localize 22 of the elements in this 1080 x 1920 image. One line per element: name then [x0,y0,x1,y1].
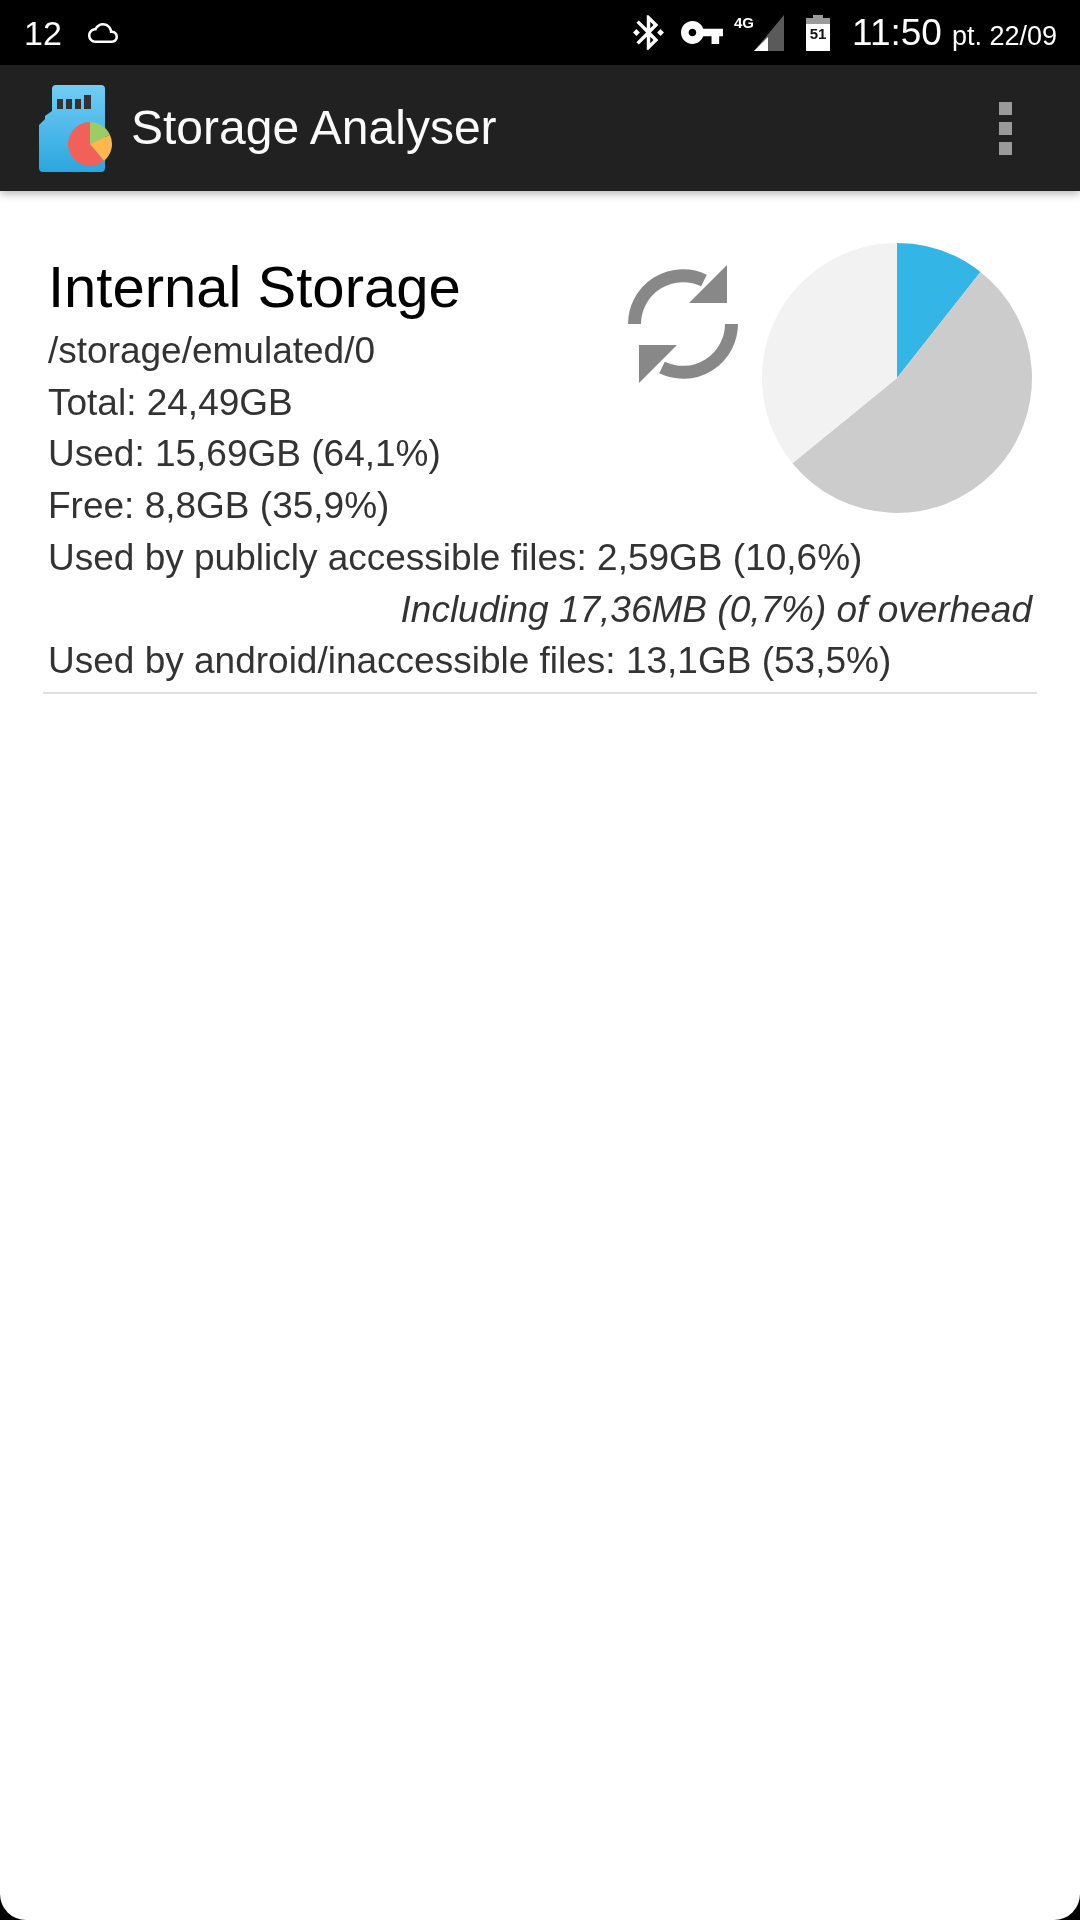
app-title: Storage Analyser [131,101,497,155]
overhead-note: Including 17,36MB (0,7%) of overhead [400,587,1032,632]
battery-level-text: 51 [809,25,827,41]
storage-detail-text: Used by android/inaccessible files: 13,1GB (53,5%) [48,639,892,684]
storage-detail-text: Used by publicly accessible files: 2,59GB (10,6%) [48,535,863,580]
status-text: 12 [24,15,62,50]
clock-time: 11:50 [852,14,942,51]
network-type-label: 4G [734,15,755,30]
storage-path: /storage/emulated/0 [48,329,376,373]
bluetooth-icon [633,15,665,50]
signal-icon [754,14,785,51]
battery-icon [806,14,831,51]
clock-date: pt. 22/09 [951,23,1057,50]
storage-detail-text: Used: 15,69GB (64,1%) [48,432,441,477]
key-icon [681,21,724,44]
storage-title: Internal Storage [48,253,461,321]
storage-detail-text: Free: 8,8GB (35,9%) [48,484,390,529]
cloud-icon [87,22,118,43]
storage-detail-text: Total: 24,49GB [48,380,293,425]
memory-card-icon [39,84,113,172]
overflow-menu-icon[interactable] [999,101,1012,155]
refresh-icon[interactable] [628,263,738,385]
